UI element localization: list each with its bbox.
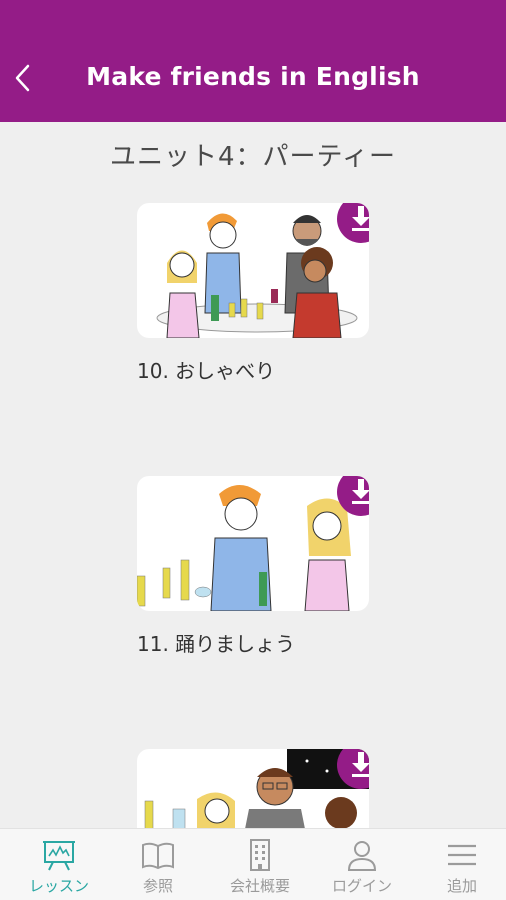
bottom-tab-bar: レッスン 参照 会社概要 ログイン 追加	[0, 828, 506, 900]
dance-illustration	[137, 485, 351, 611]
lesson-thumbnail[interactable]	[137, 749, 369, 829]
lesson-card[interactable]: 10. おしゃべり	[137, 203, 387, 383]
download-icon	[352, 479, 369, 504]
lesson-thumbnail[interactable]	[137, 476, 369, 611]
download-button[interactable]	[337, 749, 369, 789]
party-illustration	[144, 749, 369, 829]
page-title: Make friends in English	[86, 62, 420, 91]
tab-company[interactable]: 会社概要	[210, 829, 310, 900]
book-icon	[142, 842, 174, 870]
building-icon	[250, 839, 270, 871]
menu-icon	[448, 844, 476, 866]
lesson-card[interactable]: 11. 踊りましょう	[137, 476, 387, 656]
app-header: Make friends in English	[0, 0, 506, 122]
download-icon	[352, 206, 369, 231]
party-illustration	[156, 213, 358, 338]
tab-label: レッスン	[28, 877, 89, 895]
tab-more[interactable]: 追加	[412, 829, 506, 900]
presentation-board-icon	[43, 841, 75, 871]
user-icon	[347, 841, 377, 871]
tab-lessons[interactable]: レッスン	[9, 829, 109, 900]
lesson-title: 11. 踊りましょう	[137, 632, 296, 656]
lesson-title: 10. おしゃべり	[137, 359, 276, 383]
tab-label: 会社概要	[229, 877, 290, 895]
tab-login[interactable]: ログイン	[312, 829, 412, 900]
lesson-card[interactable]	[137, 749, 387, 829]
tab-reference[interactable]: 参照	[108, 829, 208, 900]
download-icon	[352, 752, 369, 777]
unit-title: ユニット4：パーティー	[110, 142, 396, 172]
tab-label: 参照	[142, 877, 173, 895]
tab-label: ログイン	[331, 877, 392, 895]
lesson-thumbnail[interactable]	[137, 203, 369, 338]
download-button[interactable]	[337, 476, 369, 516]
tab-label: 追加	[446, 877, 477, 895]
download-button[interactable]	[337, 203, 369, 243]
